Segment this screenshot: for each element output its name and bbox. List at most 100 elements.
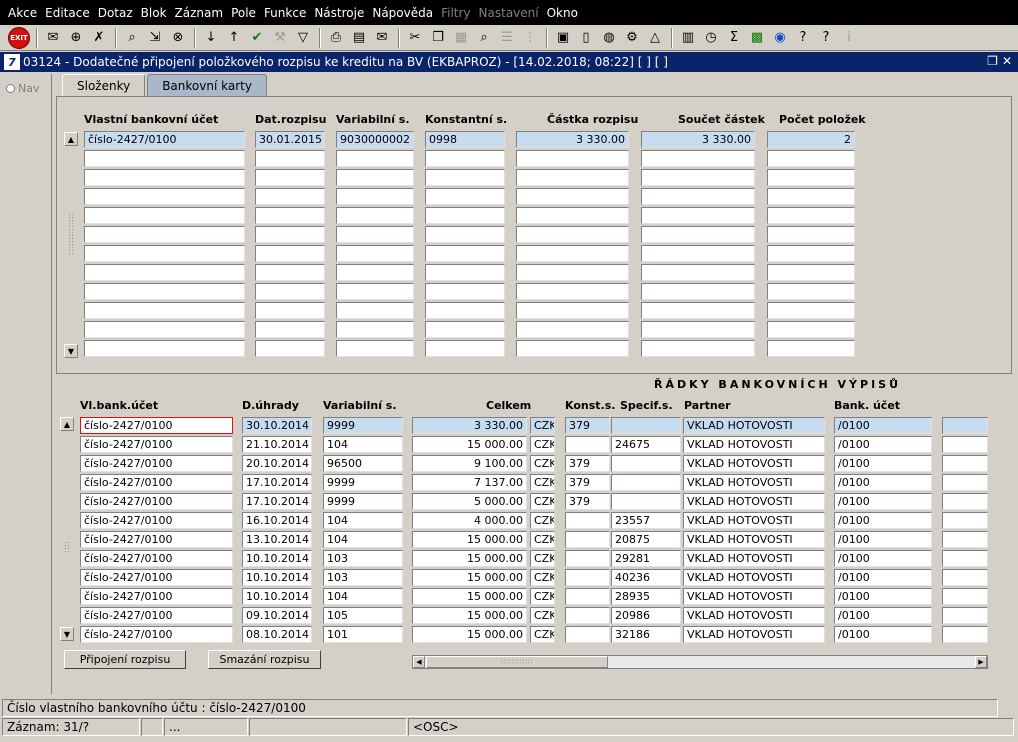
statement-row-cell[interactable]: 104 <box>323 436 403 453</box>
scroll-grip-icon[interactable]: ∷ ∷ ∷ ∷ ∷ ∷ ∷ <box>67 213 75 257</box>
top-table-empty-cell[interactable] <box>767 264 855 281</box>
statement-row-cell[interactable]: 20986 <box>611 607 681 624</box>
filter-icon[interactable]: ▽ <box>293 28 313 48</box>
statement-row-cell[interactable]: 379 <box>565 455 610 472</box>
search-icon[interactable]: ⌕ <box>474 28 494 48</box>
statement-row-cell[interactable]: 105 <box>323 607 403 624</box>
top-table-empty-cell[interactable] <box>255 188 325 205</box>
statement-row-cell[interactable] <box>942 550 988 567</box>
statement-row-cell[interactable]: CZK <box>530 550 555 567</box>
top-table-empty-cell[interactable] <box>336 283 414 300</box>
statement-row-cell[interactable]: 08.10.2014 <box>242 626 312 643</box>
top-table-empty-cell[interactable] <box>767 245 855 262</box>
menu-item-9[interactable]: Filtry <box>437 6 474 20</box>
top-table-cell[interactable]: 2 <box>767 131 855 148</box>
menu-item-8[interactable]: Nápověda <box>368 6 437 20</box>
statement-row-cell[interactable]: CZK <box>530 626 555 643</box>
statement-row-cell[interactable]: CZK <box>530 569 555 586</box>
delete-breakdown-button[interactable]: Smazání rozpisu <box>208 650 321 669</box>
top-table-empty-cell[interactable] <box>641 207 755 224</box>
statement-row-cell[interactable]: CZK <box>530 474 555 491</box>
top-table-empty-cell[interactable] <box>84 150 245 167</box>
statement-row-cell[interactable]: 5 000.00 <box>412 493 527 510</box>
top-table-empty-cell[interactable] <box>641 283 755 300</box>
top-table-empty-cell[interactable] <box>255 169 325 186</box>
top-table-empty-cell[interactable] <box>425 302 505 319</box>
statement-row-cell[interactable] <box>942 417 988 434</box>
scroll-right-icon[interactable]: ▶ <box>975 656 987 668</box>
statement-row-cell[interactable]: VKLAD HOTOVOSTI <box>683 436 825 453</box>
tree-icon[interactable]: ⋮ <box>520 28 540 48</box>
top-table-empty-cell[interactable] <box>516 169 629 186</box>
top-table-empty-cell[interactable] <box>336 207 414 224</box>
statement-row-cell[interactable]: CZK <box>530 512 555 529</box>
check-icon[interactable]: ✔ <box>247 28 267 48</box>
statement-row-cell[interactable] <box>565 531 610 548</box>
tab-slozenky[interactable]: Složenky <box>62 74 146 96</box>
clock-icon[interactable]: ◷ <box>701 28 721 48</box>
query-icon[interactable]: ⌕ <box>122 28 142 48</box>
info-icon[interactable]: i <box>839 28 859 48</box>
statement-row-cell[interactable]: 104 <box>323 531 403 548</box>
statement-row-cell[interactable]: 104 <box>323 512 403 529</box>
scroll-grip-icon[interactable]: ∷ ∷ <box>63 541 71 555</box>
statement-row-cell[interactable]: VKLAD HOTOVOSTI <box>683 512 825 529</box>
statement-row-cell[interactable] <box>942 512 988 529</box>
top-table-empty-cell[interactable] <box>336 150 414 167</box>
clipboard-icon[interactable]: ▣ <box>553 28 573 48</box>
delete-record-icon[interactable]: ✗ <box>89 28 109 48</box>
top-table-empty-cell[interactable] <box>336 302 414 319</box>
top-table-empty-cell[interactable] <box>425 207 505 224</box>
mail-icon[interactable]: ✉ <box>372 28 392 48</box>
statement-row-cell[interactable]: CZK <box>530 455 555 472</box>
statement-row-cell[interactable]: CZK <box>530 531 555 548</box>
statement-row-cell[interactable]: 15 000.00 <box>412 607 527 624</box>
print-icon[interactable]: ⎙ <box>326 28 346 48</box>
top-table-empty-cell[interactable] <box>84 302 245 319</box>
statement-row-cell[interactable]: 15 000.00 <box>412 626 527 643</box>
scroll-down-icon[interactable]: ▼ <box>64 344 78 358</box>
menu-item-0[interactable]: Akce <box>4 6 41 20</box>
statement-row-cell[interactable]: /0100 <box>834 493 932 510</box>
top-table-empty-cell[interactable] <box>255 150 325 167</box>
top-table-empty-cell[interactable] <box>425 150 505 167</box>
top-table-empty-cell[interactable] <box>425 169 505 186</box>
top-table-empty-cell[interactable] <box>84 207 245 224</box>
top-table-empty-cell[interactable] <box>84 169 245 186</box>
statement-row-cell[interactable] <box>565 607 610 624</box>
statement-row-cell[interactable]: CZK <box>530 417 555 434</box>
statement-row-cell[interactable]: /0100 <box>834 550 932 567</box>
statement-row-cell[interactable]: číslo-2427/0100 <box>80 607 233 624</box>
statement-row-cell[interactable] <box>942 455 988 472</box>
sum-icon[interactable]: Σ <box>724 28 744 48</box>
top-table-empty-cell[interactable] <box>255 207 325 224</box>
top-table-empty-cell[interactable] <box>425 188 505 205</box>
statement-row-cell[interactable]: číslo-2427/0100 <box>80 474 233 491</box>
statement-row-cell[interactable] <box>611 474 681 491</box>
scroll-up-icon[interactable]: ▲ <box>60 417 74 431</box>
top-table-empty-cell[interactable] <box>425 226 505 243</box>
top-table-empty-cell[interactable] <box>425 264 505 281</box>
statement-row-cell[interactable]: VKLAD HOTOVOSTI <box>683 626 825 643</box>
statement-row-cell[interactable]: 28935 <box>611 588 681 605</box>
top-table-empty-cell[interactable] <box>516 245 629 262</box>
top-table-empty-cell[interactable] <box>255 245 325 262</box>
top-table-empty-cell[interactable] <box>641 226 755 243</box>
statement-row-cell[interactable]: 10.10.2014 <box>242 550 312 567</box>
statement-row-cell[interactable]: 32186 <box>611 626 681 643</box>
statement-row-cell[interactable] <box>942 588 988 605</box>
help-icon[interactable]: ? <box>793 28 813 48</box>
statement-row-cell[interactable] <box>942 493 988 510</box>
statement-row-cell[interactable]: 09.10.2014 <box>242 607 312 624</box>
top-table-empty-cell[interactable] <box>84 321 245 338</box>
top-table-empty-cell[interactable] <box>336 340 414 357</box>
statement-row-cell[interactable] <box>942 607 988 624</box>
top-table-empty-cell[interactable] <box>84 226 245 243</box>
statement-row-cell[interactable] <box>942 626 988 643</box>
statement-row-cell[interactable]: VKLAD HOTOVOSTI <box>683 455 825 472</box>
top-table-empty-cell[interactable] <box>516 188 629 205</box>
top-table-empty-cell[interactable] <box>516 283 629 300</box>
top-table-empty-cell[interactable] <box>641 321 755 338</box>
scroll-down-icon[interactable]: ▼ <box>60 627 74 641</box>
statement-row-cell[interactable] <box>565 626 610 643</box>
